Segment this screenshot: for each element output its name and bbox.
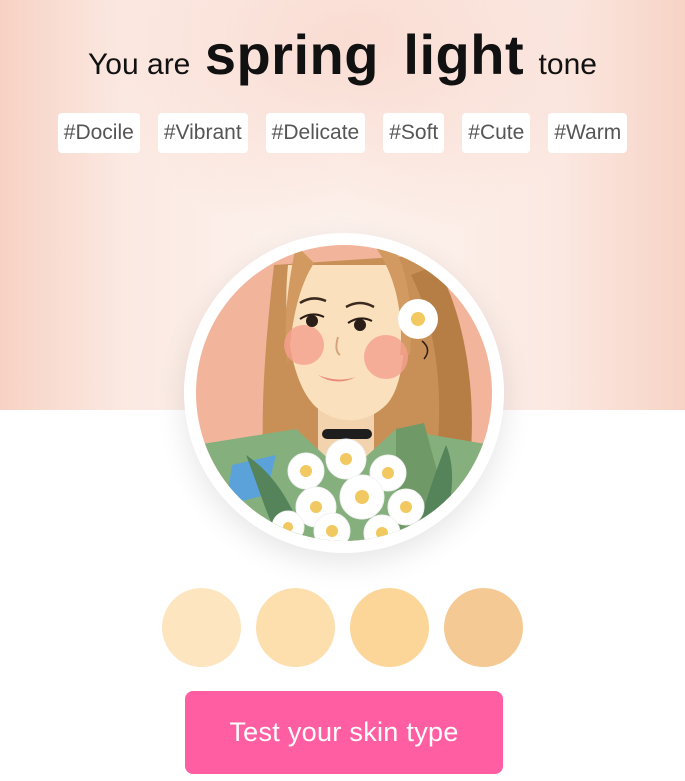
tag-soft: #Soft bbox=[383, 113, 445, 153]
girl-with-daisies-illustration bbox=[196, 245, 492, 541]
color-swatch-3 bbox=[350, 588, 429, 667]
tag-warm: #Warm bbox=[548, 113, 628, 153]
tag-docile: #Docile bbox=[57, 113, 140, 153]
test-skin-type-button[interactable]: Test your skin type bbox=[185, 691, 503, 774]
result-page: You are spring light tone #Docile #Vibra… bbox=[0, 0, 685, 781]
personality-tags: #Docile #Vibrant #Delicate #Soft #Cute #… bbox=[0, 113, 685, 153]
color-swatch-4 bbox=[444, 588, 523, 667]
headline-suffix: tone bbox=[538, 48, 597, 81]
avatar bbox=[184, 233, 504, 553]
headline-season: spring bbox=[204, 23, 379, 86]
headline-prefix: You are bbox=[88, 48, 191, 81]
tag-vibrant: #Vibrant bbox=[157, 113, 248, 153]
result-headline: You are spring light tone bbox=[0, 22, 685, 87]
color-swatch-1 bbox=[162, 588, 241, 667]
color-palette bbox=[0, 588, 685, 667]
tag-cute: #Cute bbox=[462, 113, 531, 153]
headline-shade: light bbox=[403, 23, 525, 86]
color-swatch-2 bbox=[256, 588, 335, 667]
tag-delicate: #Delicate bbox=[265, 113, 366, 153]
